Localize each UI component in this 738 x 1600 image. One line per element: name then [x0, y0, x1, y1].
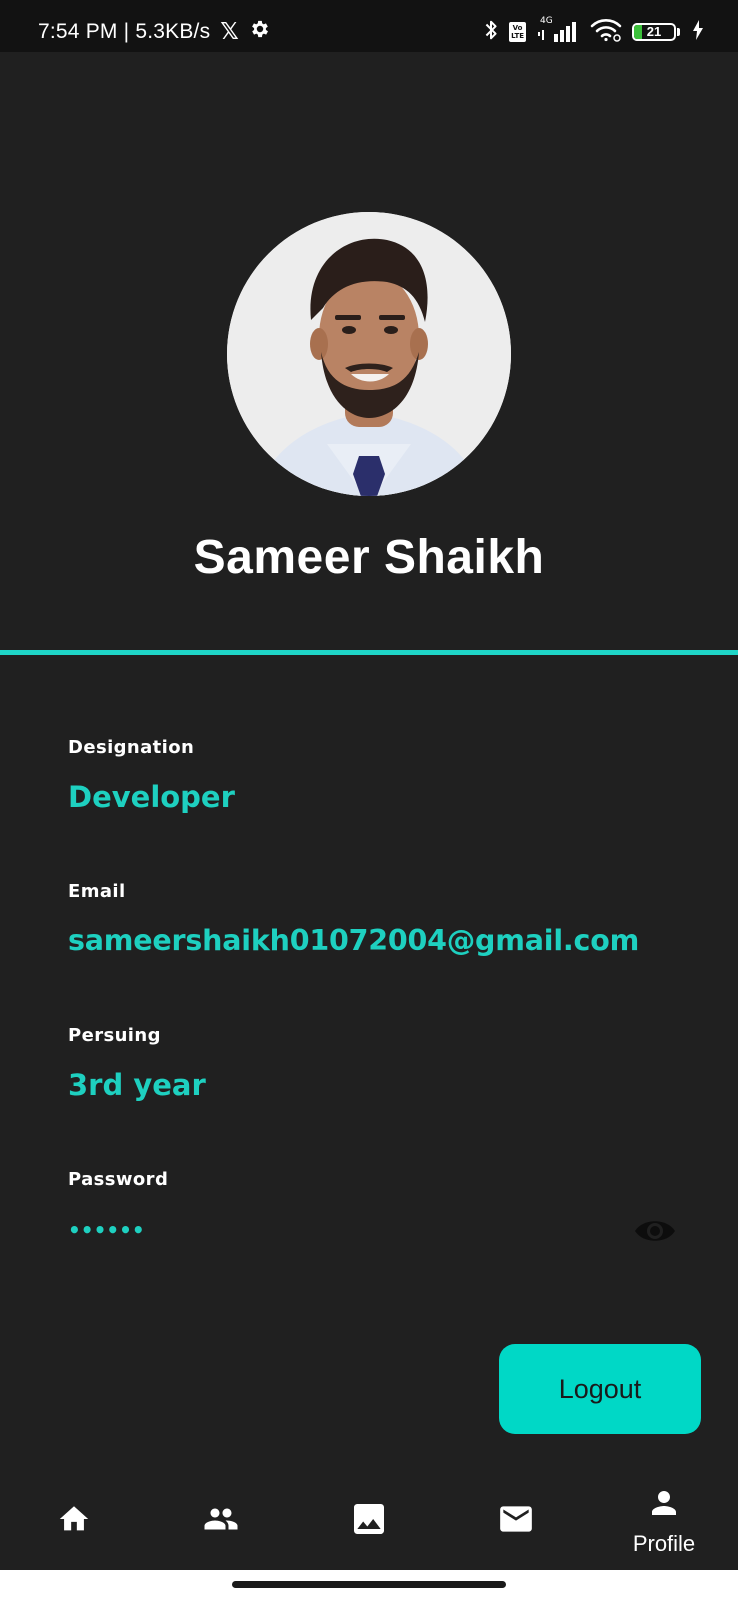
email-label: Email — [68, 881, 126, 902]
gesture-handle[interactable] — [232, 1581, 506, 1588]
bluetooth-icon — [483, 19, 499, 45]
profile-name: Sameer Shaikh — [193, 531, 545, 584]
email-value: sameershaikh01072004@gmail.com — [68, 924, 640, 957]
people-icon — [199, 1501, 243, 1541]
x-logo-icon: 𝕏 — [220, 19, 240, 45]
password-label: Password — [68, 1169, 169, 1190]
pursuing-value: 3rd year — [68, 1068, 206, 1102]
designation-value: Developer — [68, 780, 235, 814]
battery-level: 21 — [646, 24, 662, 39]
signal-icon: 4G — [536, 16, 580, 44]
nav-profile[interactable]: Profile — [604, 1472, 724, 1570]
nav-gallery[interactable] — [309, 1472, 429, 1570]
wifi-icon — [590, 18, 622, 46]
volte-top-text: Vo — [512, 24, 523, 32]
profile-photo — [227, 212, 511, 496]
charging-icon — [692, 19, 704, 45]
status-separator: | — [117, 20, 136, 43]
volte-bottom-text: LTE — [511, 32, 524, 40]
eye-icon[interactable] — [633, 1214, 677, 1248]
designation-label: Designation — [68, 737, 195, 758]
status-bar: 7:54 PM | 5.3KB/s 𝕏 Vo LTE 4G 21 — [0, 0, 738, 52]
password-value: •••••• — [68, 1218, 145, 1242]
battery-body: 21 — [632, 23, 676, 41]
volte-icon: Vo LTE — [509, 22, 526, 42]
mail-icon — [495, 1500, 537, 1542]
profile-screen: 7:54 PM | 5.3KB/s 𝕏 Vo LTE 4G 21 Sameer … — [0, 0, 738, 1600]
nav-profile-label: Profile — [632, 1531, 696, 1556]
nav-mail[interactable] — [456, 1472, 576, 1570]
status-right: Vo LTE 4G 21 — [483, 16, 704, 46]
status-time: 7:54 PM — [38, 20, 118, 43]
home-icon — [56, 1502, 92, 1540]
gesture-area — [0, 1570, 738, 1600]
image-icon — [349, 1499, 389, 1543]
pursuing-label: Persuing — [68, 1025, 161, 1046]
status-net-speed: 5.3KB/s — [135, 20, 211, 43]
bottom-nav: Profile — [0, 1472, 738, 1570]
nav-home[interactable] — [14, 1472, 134, 1570]
status-left: 7:54 PM | 5.3KB/s 𝕏 — [38, 18, 271, 46]
logout-button[interactable]: Logout — [499, 1344, 701, 1434]
battery-icon: 21 — [632, 22, 682, 42]
header-divider — [0, 650, 738, 655]
gear-icon — [249, 18, 271, 46]
battery-tip — [677, 28, 680, 36]
nav-people[interactable] — [161, 1472, 281, 1570]
person-icon — [646, 1485, 682, 1525]
